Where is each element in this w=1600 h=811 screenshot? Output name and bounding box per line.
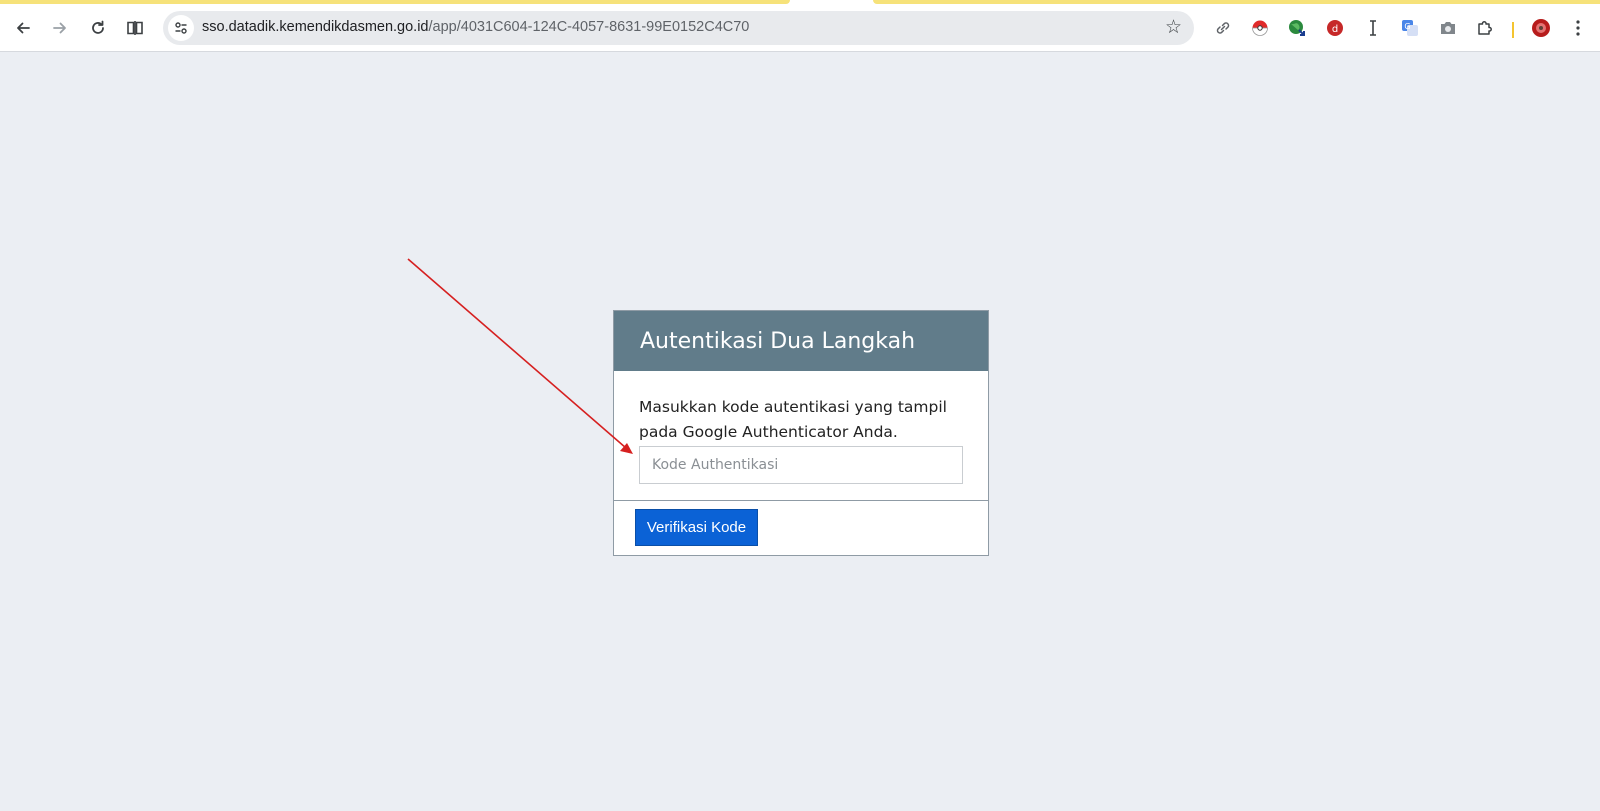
card-footer: Verifikasi Kode xyxy=(614,501,988,546)
text-cursor-icon[interactable] xyxy=(1363,18,1383,38)
site-info-icon[interactable] xyxy=(168,15,194,41)
auth-code-input[interactable] xyxy=(639,446,963,484)
toolbar-separator xyxy=(1512,22,1514,38)
globe-download-icon[interactable] xyxy=(1287,18,1307,38)
puzzle-extensions-icon[interactable] xyxy=(1475,18,1495,38)
kebab-menu-icon[interactable] xyxy=(1568,18,1588,38)
page-title: Autentikasi Dua Langkah xyxy=(640,328,916,354)
card-body: Masukkan kode autentikasi yang tampil pa… xyxy=(614,371,988,501)
card-header: Autentikasi Dua Langkah xyxy=(614,311,988,371)
red-circle-extension-icon[interactable]: d xyxy=(1325,18,1345,38)
forward-arrow-icon[interactable] xyxy=(45,13,75,43)
translate-icon[interactable]: G xyxy=(1400,18,1420,38)
pokeball-icon[interactable] xyxy=(1250,18,1270,38)
bookmark-star-icon[interactable]: ☆ xyxy=(1165,16,1182,39)
two-factor-card: Autentikasi Dua Langkah Masukkan kode au… xyxy=(613,310,989,556)
url-text[interactable]: sso.datadik.kemendikdasmen.go.id/app/403… xyxy=(202,19,749,35)
back-arrow-icon[interactable] xyxy=(8,13,38,43)
svg-text:G: G xyxy=(1404,22,1410,31)
verify-code-button[interactable]: Verifikasi Kode xyxy=(635,509,758,546)
instruction-text: Masukkan kode autentikasi yang tampil pa… xyxy=(639,398,947,441)
camera-icon[interactable] xyxy=(1438,18,1458,38)
url-host: sso.datadik.kemendikdasmen.go.id xyxy=(202,19,429,35)
reload-icon[interactable] xyxy=(83,13,113,43)
url-path: /app/4031C604-124C-4057-8631-99E0152C4C7… xyxy=(428,19,750,35)
annotation-arrow-line xyxy=(407,258,627,449)
svg-text:d: d xyxy=(1332,24,1338,35)
address-bar[interactable]: sso.datadik.kemendikdasmen.go.id/app/403… xyxy=(163,11,1194,45)
profile-avatar-icon[interactable] xyxy=(1531,18,1551,38)
split-view-icon[interactable] xyxy=(120,13,150,43)
browser-toolbar: sso.datadik.kemendikdasmen.go.id/app/403… xyxy=(0,4,1600,52)
link-icon[interactable] xyxy=(1213,18,1233,38)
